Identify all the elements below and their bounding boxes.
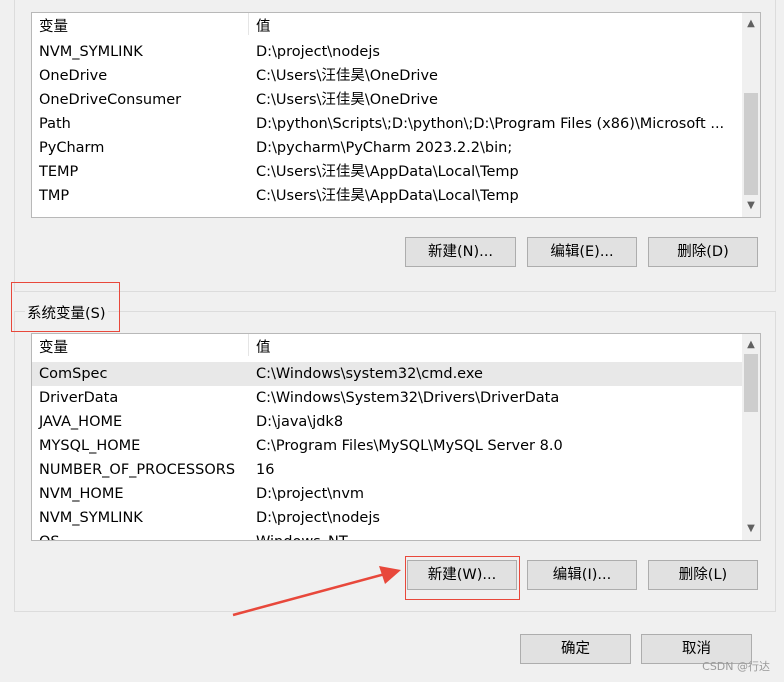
table-row[interactable]: OS Windows_NT: [32, 530, 742, 540]
system-variables-header: 变量 值: [32, 334, 742, 356]
user-delete-button[interactable]: 删除(D): [648, 237, 758, 267]
user-variables-scrollbar[interactable]: ▲ ▼: [742, 13, 760, 217]
variable-name-cell: TEMP: [39, 164, 79, 180]
table-row[interactable]: ComSpec C:\Windows\system32\cmd.exe: [32, 362, 742, 386]
system-delete-button[interactable]: 删除(L): [648, 560, 758, 590]
variable-value-cell: C:\Windows\system32\cmd.exe: [256, 366, 483, 382]
variable-value-cell: Windows_NT: [256, 530, 348, 540]
table-row[interactable]: DriverData C:\Windows\System32\Drivers\Dr…: [32, 386, 742, 410]
column-header-value[interactable]: 值: [256, 15, 271, 36]
variable-name-cell: JAVA_HOME: [39, 414, 123, 430]
variable-value-cell: D:\project\nodejs: [256, 510, 380, 526]
variable-value-cell: 16: [256, 462, 275, 478]
scroll-up-icon[interactable]: ▲: [742, 15, 760, 33]
variable-value-cell: C:\Users\汪佳昊\AppData\Local\Temp: [256, 164, 519, 180]
column-header-name[interactable]: 变量: [39, 15, 68, 36]
user-variables-list[interactable]: 变量 值 NVM_SYMLINK D:\project\nodejs OneDriv…: [31, 12, 761, 218]
scroll-thumb[interactable]: [744, 354, 758, 412]
table-row[interactable]: TEMP C:\Users\汪佳昊\AppData\Local\Temp: [32, 160, 742, 184]
variable-value-cell: C:\Users\汪佳昊\AppData\Local\Temp: [256, 188, 519, 204]
table-row[interactable]: OneDrive C:\Users\汪佳昊\OneDrive: [32, 64, 742, 88]
variable-name-cell: OS: [39, 530, 60, 540]
column-header-name[interactable]: 变量: [39, 336, 68, 357]
table-row[interactable]: PyCharm D:\pycharm\PyCharm 2023.2.2\bin;: [32, 136, 742, 160]
table-row[interactable]: NVM_SYMLINK D:\project\nodejs: [32, 40, 742, 64]
scroll-down-icon[interactable]: ▼: [742, 197, 760, 215]
variable-value-cell: C:\Users\汪佳昊\OneDrive: [256, 68, 438, 84]
variable-value-cell: C:\Program Files\MySQL\MySQL Server 8.0: [256, 438, 563, 454]
variable-name-cell: DriverData: [39, 390, 119, 406]
variable-name-cell: NVM_HOME: [39, 486, 124, 502]
variable-name-cell: PyCharm: [39, 140, 105, 156]
variable-value-cell: D:\project\nvm: [256, 486, 365, 502]
scroll-thumb[interactable]: [744, 93, 758, 195]
variable-value-cell: D:\java\jdk8: [256, 414, 344, 430]
variable-name-cell: MYSQL_HOME: [39, 438, 141, 454]
watermark: CSDN @行达: [702, 660, 770, 673]
user-variables-rows: NVM_SYMLINK D:\project\nodejs OneDrive C:\U…: [32, 40, 742, 208]
table-row[interactable]: JAVA_HOME D:\java\jdk8: [32, 410, 742, 434]
variable-value-cell: D:\python\Scripts\;D:\python\;D:\Program…: [256, 116, 725, 132]
user-variables-header: 变量 值: [32, 13, 742, 35]
variable-name-cell: OneDrive: [39, 68, 108, 84]
scroll-up-icon[interactable]: ▲: [742, 336, 760, 354]
variable-name-cell: Path: [39, 116, 71, 132]
table-row[interactable]: MYSQL_HOME C:\Program Files\MySQL\MySQL S…: [32, 434, 742, 458]
table-row[interactable]: NVM_HOME D:\project\nvm: [32, 482, 742, 506]
table-row[interactable]: TMP C:\Users\汪佳昊\AppData\Local\Temp: [32, 184, 742, 208]
annotation-highlight-label: [11, 282, 120, 332]
variable-name-cell: OneDriveConsumer: [39, 92, 182, 108]
table-row[interactable]: NUMBER_OF_PROCESSORS 16: [32, 458, 742, 482]
variable-name-cell: ComSpec: [39, 366, 108, 382]
system-variables-scrollbar[interactable]: ▲ ▼: [742, 334, 760, 540]
column-header-value[interactable]: 值: [256, 336, 271, 357]
variable-value-cell: C:\Windows\System32\Drivers\DriverData: [256, 390, 560, 406]
annotation-highlight-new-button: [405, 556, 520, 600]
table-row[interactable]: OneDriveConsumer C:\Users\汪佳昊\OneDrive: [32, 88, 742, 112]
variable-name-cell: TMP: [39, 188, 70, 204]
variable-value-cell: D:\pycharm\PyCharm 2023.2.2\bin;: [256, 140, 513, 156]
system-edit-button[interactable]: 编辑(I)...: [527, 560, 637, 590]
system-variables-list[interactable]: 变量 值 ComSpec C:\Windows\system32\cmd.exe D…: [31, 333, 761, 541]
scroll-down-icon[interactable]: ▼: [742, 520, 760, 538]
user-new-button[interactable]: 新建(N)...: [405, 237, 516, 267]
variable-name-cell: NVM_SYMLINK: [39, 510, 143, 526]
system-variables-rows: ComSpec C:\Windows\system32\cmd.exe Driver…: [32, 362, 742, 540]
table-row[interactable]: NVM_SYMLINK D:\project\nodejs: [32, 506, 742, 530]
annotation-arrow-icon: [232, 566, 401, 617]
variable-name-cell: NUMBER_OF_PROCESSORS: [39, 462, 236, 478]
table-row[interactable]: Path D:\python\Scripts\;D:\python\;D:\Pro…: [32, 112, 742, 136]
variable-value-cell: D:\project\nodejs: [256, 44, 380, 60]
ok-button[interactable]: 确定: [520, 634, 631, 664]
variable-name-cell: NVM_SYMLINK: [39, 44, 143, 60]
variable-value-cell: C:\Users\汪佳昊\OneDrive: [256, 92, 438, 108]
user-edit-button[interactable]: 编辑(E)...: [527, 237, 637, 267]
